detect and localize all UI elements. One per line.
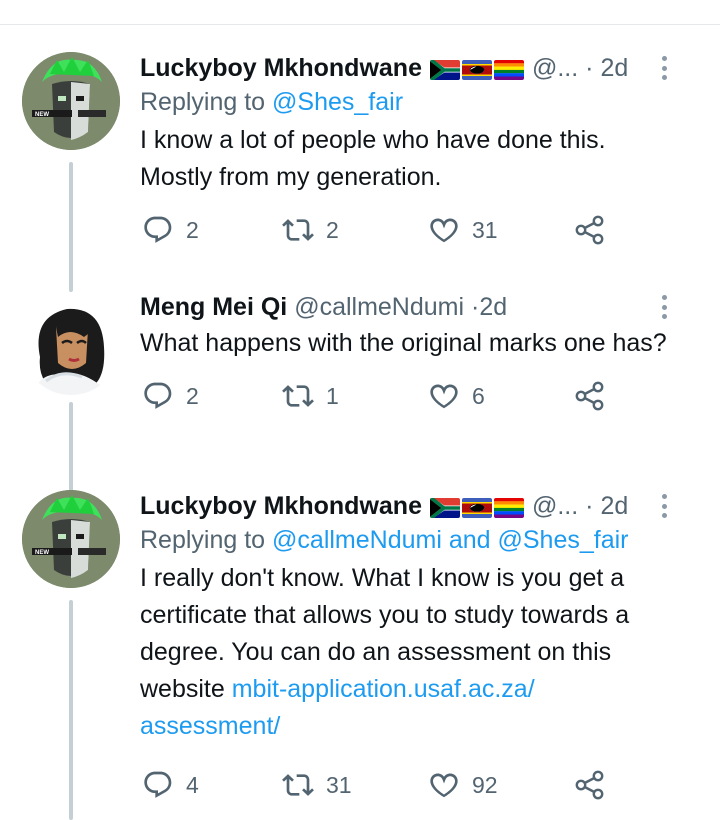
replying-to-label: Replying to — [140, 88, 266, 116]
eswatini-flag-icon — [462, 60, 492, 80]
reply-button[interactable]: 2 — [142, 210, 199, 250]
tweet-text: What happens with the original marks one… — [140, 329, 667, 357]
more-options-icon[interactable] — [660, 295, 668, 319]
timestamp[interactable]: 2d — [600, 54, 628, 82]
reply-icon — [142, 380, 174, 412]
rainbow-flag-icon — [494, 60, 524, 80]
thread-line — [69, 402, 73, 492]
more-options-icon[interactable] — [660, 56, 668, 80]
reply-count: 4 — [186, 771, 199, 798]
like-button[interactable]: 6 — [428, 376, 485, 416]
tweet-actions: 4 31 92 — [140, 765, 700, 805]
like-icon — [428, 214, 460, 246]
tweet-header: Luckyboy Mkhondwane @... · 2d — [140, 52, 700, 84]
tweet-text: I know a lot of people who have done thi… — [140, 126, 606, 191]
rainbow-flag-icon — [494, 498, 524, 518]
retweet-icon — [282, 214, 314, 246]
like-button[interactable]: 92 — [428, 765, 498, 805]
reply-button[interactable]: 2 — [142, 376, 199, 416]
user-handle[interactable]: @callmeNdumi — [294, 293, 464, 321]
tweet-link-continued[interactable]: assessment/ — [140, 712, 280, 740]
retweet-icon — [282, 769, 314, 801]
replying-to: Replying to @Shes_fair — [140, 84, 700, 120]
replying-to-handles[interactable]: @callmeNdumi and @Shes_fair — [272, 526, 628, 554]
retweet-button[interactable]: 1 — [282, 376, 339, 416]
user-handle[interactable]: @... — [532, 54, 578, 82]
replying-to: Replying to @callmeNdumi and @Shes_fair — [140, 522, 700, 558]
reply-icon — [142, 769, 174, 801]
tweet-header: Meng Mei Qi @callmeNdumi ·2d — [140, 291, 700, 323]
south-africa-flag-icon — [430, 498, 460, 518]
tweet-actions: 2 1 6 — [140, 376, 700, 416]
avatar[interactable]: NEW — [22, 490, 120, 588]
share-button[interactable] — [574, 765, 606, 805]
tweet-content: Luckyboy Mkhondwane @... · 2d Replying to… — [140, 52, 700, 250]
display-name[interactable]: Meng Mei Qi — [140, 293, 287, 321]
display-name[interactable]: Luckyboy Mkhondwane — [140, 492, 422, 520]
tweet-link[interactable]: mbit-application.usaf.ac.za/ — [232, 675, 535, 703]
more-options-icon[interactable] — [660, 494, 668, 518]
share-button[interactable] — [574, 376, 606, 416]
retweet-icon — [282, 380, 314, 412]
thread-line — [69, 600, 73, 820]
share-icon — [574, 380, 606, 412]
replying-to-label: Replying to — [140, 526, 266, 554]
retweet-button[interactable]: 2 — [282, 210, 339, 250]
user-handle[interactable]: @... — [532, 492, 578, 520]
tweet-header: Luckyboy Mkhondwane @... · 2d — [140, 490, 700, 522]
display-name[interactable]: Luckyboy Mkhondwane — [140, 54, 422, 82]
retweet-count: 31 — [326, 771, 352, 798]
timestamp[interactable]: 2d — [479, 293, 507, 321]
tweet-text: I really don't know. What I know is you … — [140, 560, 696, 745]
eswatini-flag-icon — [462, 498, 492, 518]
like-count: 92 — [472, 771, 498, 798]
retweet-count: 1 — [326, 382, 339, 409]
tweet-actions: 2 2 31 — [140, 210, 700, 250]
reply-count: 2 — [186, 216, 199, 243]
avatar[interactable] — [22, 297, 120, 395]
like-icon — [428, 769, 460, 801]
separator-dot: · — [585, 492, 594, 520]
timestamp[interactable]: 2d — [600, 492, 628, 520]
replying-to-handle[interactable]: @Shes_fair — [272, 88, 403, 116]
share-icon — [574, 769, 606, 801]
like-count: 6 — [472, 382, 485, 409]
svg-text:NEW: NEW — [35, 112, 49, 118]
tweet-content: Luckyboy Mkhondwane @... · 2d Replying to… — [140, 490, 700, 805]
reply-count: 2 — [186, 382, 199, 409]
avatar[interactable]: NEW — [22, 52, 120, 150]
tweet-content: Meng Mei Qi @callmeNdumi ·2d What happen… — [140, 291, 700, 416]
share-button[interactable] — [574, 210, 606, 250]
reply-icon — [142, 214, 174, 246]
like-button[interactable]: 31 — [428, 210, 498, 250]
share-icon — [574, 214, 606, 246]
top-divider — [0, 24, 720, 25]
separator-dot: · — [585, 54, 594, 82]
like-icon — [428, 380, 460, 412]
flag-emojis — [430, 491, 526, 523]
svg-text:NEW: NEW — [35, 550, 49, 556]
like-count: 31 — [472, 216, 498, 243]
reply-button[interactable]: 4 — [142, 765, 199, 805]
thread-line — [69, 162, 73, 292]
retweet-button[interactable]: 31 — [282, 765, 352, 805]
retweet-count: 2 — [326, 216, 339, 243]
flag-emojis — [430, 53, 526, 85]
south-africa-flag-icon — [430, 60, 460, 80]
